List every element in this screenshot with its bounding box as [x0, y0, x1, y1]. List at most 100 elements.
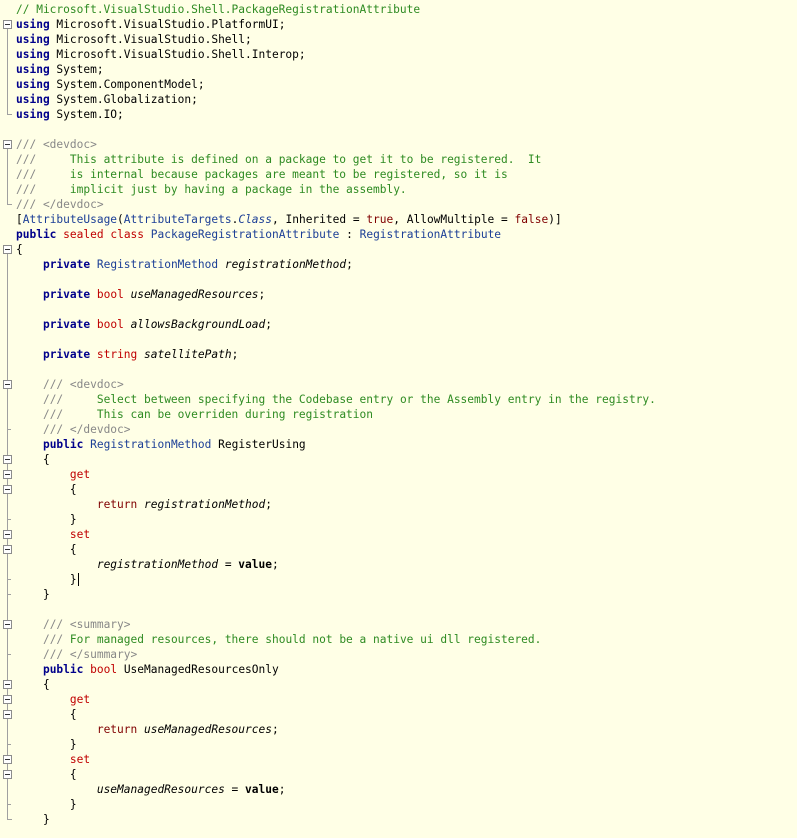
code-line[interactable]: /// is internal because packages are mea… — [0, 167, 797, 182]
code-line[interactable]: private bool useManagedResources; — [0, 287, 797, 302]
code-line[interactable]: { — [0, 452, 797, 467]
code-line[interactable]: /// </summary> — [0, 647, 797, 662]
code-token: System.IO; — [49, 108, 124, 121]
code-line[interactable]: [AttributeUsage(AttributeTargets.Class, … — [0, 212, 797, 227]
code-token: using — [16, 48, 50, 61]
code-line[interactable]: /// This can be overriden during registr… — [0, 407, 797, 422]
code-line[interactable]: { — [0, 482, 797, 497]
code-line[interactable]: public sealed class PackageRegistrationA… — [0, 227, 797, 242]
code-token: bool — [96, 288, 124, 301]
code-token: RegistrationAttribute — [359, 228, 502, 241]
code-line[interactable]: /// <summary> — [0, 617, 797, 632]
code-line[interactable]: { — [0, 707, 797, 722]
code-line[interactable]: } — [0, 572, 797, 587]
code-token: Microsoft.VisualStudio.Shell.Interop; — [49, 48, 306, 61]
code-line[interactable]: private RegistrationMethod registrationM… — [0, 257, 797, 272]
code-line[interactable]: public bool UseManagedResourcesOnly — [0, 662, 797, 677]
code-token: , Inherited = — [272, 213, 367, 226]
code-text: get — [16, 692, 90, 707]
code-line[interactable]: { — [0, 677, 797, 692]
code-text: /// <devdoc> — [16, 377, 124, 392]
code-line[interactable]: using Microsoft.VisualStudio.PlatformUI; — [0, 17, 797, 32]
code-line[interactable]: // Microsoft.VisualStudio.Shell.PackageR… — [0, 2, 797, 17]
code-text: /// For managed resources, there should … — [16, 632, 541, 647]
code-line[interactable]: /// </devdoc> — [0, 422, 797, 437]
code-line[interactable]: using Microsoft.VisualStudio.Shell; — [0, 32, 797, 47]
code-line[interactable]: { — [0, 542, 797, 557]
code-token: ; — [265, 318, 273, 331]
code-token: /// — [42, 393, 97, 406]
code-line[interactable]: /// For managed resources, there should … — [0, 632, 797, 647]
code-token: ; — [346, 258, 353, 271]
code-line[interactable]: private string satellitePath; — [0, 347, 797, 362]
code-text: { — [16, 242, 23, 257]
code-line[interactable]: /// implicit just by having a package in… — [0, 182, 797, 197]
code-token: false — [514, 213, 549, 226]
code-line[interactable]: /// </devdoc> — [0, 197, 797, 212]
code-line[interactable]: useManagedResources = value; — [0, 782, 797, 797]
code-line[interactable]: } — [0, 737, 797, 752]
code-line[interactable]: } — [0, 587, 797, 602]
code-token: using — [16, 33, 50, 46]
code-line[interactable]: /// This attribute is defined on a packa… — [0, 152, 797, 167]
code-text: using System.IO; — [16, 107, 124, 122]
code-line[interactable] — [0, 302, 797, 317]
code-line[interactable] — [0, 272, 797, 287]
code-line[interactable]: } — [0, 812, 797, 827]
code-token: allowsBackgroundLoad — [130, 318, 266, 331]
code-token: /// <devdoc> — [42, 378, 124, 391]
code-line[interactable]: using System; — [0, 62, 797, 77]
code-line[interactable]: registrationMethod = value; — [0, 557, 797, 572]
code-line[interactable]: return useManagedResources; — [0, 722, 797, 737]
code-line[interactable]: { — [0, 767, 797, 782]
code-token: public — [42, 663, 84, 676]
code-editor[interactable]: // Microsoft.VisualStudio.Shell.PackageR… — [0, 0, 797, 838]
code-line[interactable]: using Microsoft.VisualStudio.Shell.Inter… — [0, 47, 797, 62]
code-token: } — [16, 813, 50, 826]
code-line[interactable]: } — [0, 797, 797, 812]
code-line[interactable]: set — [0, 527, 797, 542]
code-token: Microsoft.VisualStudio.Shell; — [49, 33, 252, 46]
code-token: implicit just by having a package in the… — [69, 183, 407, 196]
code-line[interactable]: } — [0, 512, 797, 527]
code-line[interactable]: private bool allowsBackgroundLoad; — [0, 317, 797, 332]
code-line[interactable]: using System.Globalization; — [0, 92, 797, 107]
code-token: } — [16, 573, 77, 586]
code-line[interactable] — [0, 602, 797, 617]
code-line[interactable]: public RegistrationMethod RegisterUsing — [0, 437, 797, 452]
code-text: /// implicit just by having a package in… — [16, 182, 407, 197]
code-line[interactable]: { — [0, 242, 797, 257]
code-token: get — [69, 693, 91, 706]
code-token: value — [245, 783, 279, 796]
code-line[interactable]: using System.ComponentModel; — [0, 77, 797, 92]
code-token: { — [16, 483, 77, 496]
code-token: For managed resources, there should not … — [69, 633, 542, 646]
code-token: } — [16, 738, 77, 751]
code-line[interactable]: get — [0, 692, 797, 707]
code-line[interactable] — [0, 122, 797, 137]
code-token: ( — [117, 213, 124, 226]
code-token: /// — [42, 633, 70, 646]
code-line[interactable]: return registrationMethod; — [0, 497, 797, 512]
code-line[interactable]: get — [0, 467, 797, 482]
code-line[interactable]: using System.IO; — [0, 107, 797, 122]
code-line[interactable]: /// <devdoc> — [0, 137, 797, 152]
code-token: { — [16, 243, 23, 256]
code-line[interactable] — [0, 362, 797, 377]
code-token: registrationMethod — [144, 498, 266, 511]
code-token: private — [42, 258, 91, 271]
code-line[interactable]: /// <devdoc> — [0, 377, 797, 392]
code-text: using System.ComponentModel; — [16, 77, 205, 92]
code-token: ; — [278, 783, 286, 796]
code-text: { — [16, 677, 50, 692]
code-line[interactable]: /// Select between specifying the Codeba… — [0, 392, 797, 407]
code-line[interactable] — [0, 332, 797, 347]
code-token: ; — [271, 558, 279, 571]
code-line[interactable]: set — [0, 752, 797, 767]
